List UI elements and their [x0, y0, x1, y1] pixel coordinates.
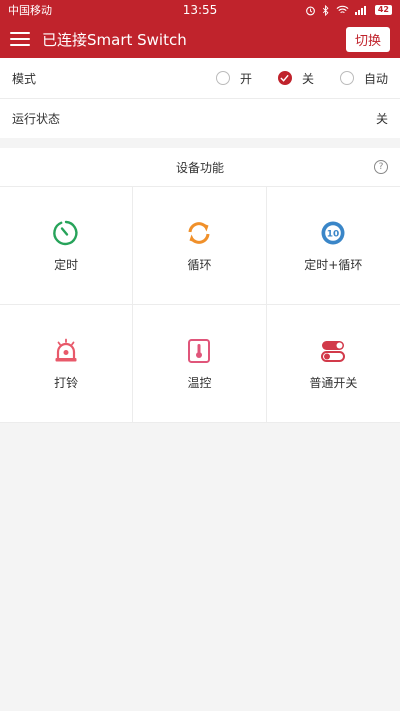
run-status-value: 关	[375, 112, 388, 126]
bell-icon	[55, 338, 77, 361]
app-bar: 已连接Smart Switch 切换	[0, 20, 400, 58]
run-status-row: 运行状态 关	[0, 98, 400, 138]
toggle-icon	[321, 340, 346, 362]
switch-button[interactable]: 切换	[345, 26, 390, 52]
bluetooth-icon	[322, 4, 329, 16]
mode-option-label: 关	[301, 71, 314, 86]
status-icons: 42	[305, 4, 392, 16]
status-bar: 中国移动 13:55 42	[0, 0, 400, 20]
run-status-label: 运行状态	[12, 112, 61, 126]
feature-label: 定时+循环	[304, 257, 363, 272]
timer-loop-icon: 10	[321, 221, 345, 244]
feature-label: 普通开关	[309, 375, 358, 390]
feature-grid: 定时 循环 10 定时+循环 打铃 温控 普通开关	[0, 187, 400, 423]
mode-label: 模式	[12, 71, 37, 86]
help-icon[interactable]: ?	[374, 160, 388, 174]
radio-unchecked-icon	[339, 71, 354, 85]
carrier-name: 中国移动	[8, 4, 52, 17]
feature-bell[interactable]: 打铃	[0, 305, 134, 423]
menu-icon[interactable]	[10, 32, 30, 46]
feature-timer-loop[interactable]: 10 定时+循环	[266, 187, 400, 305]
alarm-icon	[305, 6, 315, 15]
radio-unchecked-icon	[215, 71, 230, 85]
feature-label: 定时	[54, 257, 79, 272]
app-title: 已连接Smart Switch	[42, 30, 187, 49]
wifi-icon	[336, 5, 349, 14]
mode-option-label: 自动	[363, 71, 388, 86]
loop-icon	[188, 221, 210, 244]
feature-thermostat[interactable]: 温控	[133, 305, 267, 423]
features-header: 设备功能 ?	[0, 148, 400, 187]
timer-icon	[53, 220, 78, 245]
feature-label: 温控	[187, 375, 212, 390]
feature-loop[interactable]: 循环	[133, 187, 267, 305]
feature-toggle[interactable]: 普通开关	[266, 305, 400, 423]
feature-timer[interactable]: 定时	[0, 187, 134, 305]
mode-option-label: 开	[239, 71, 252, 86]
thermometer-icon	[188, 338, 211, 363]
features-title: 设备功能	[175, 160, 224, 175]
feature-label: 打铃	[54, 375, 79, 390]
svg-text:10: 10	[327, 229, 340, 239]
mode-option-auto[interactable]: 自动	[339, 70, 388, 87]
mode-radio-group: 开 关 自动	[190, 70, 388, 87]
mode-row: 模式 开 关 自动	[0, 58, 400, 98]
mode-option-off[interactable]: 关	[277, 70, 314, 87]
mode-option-on[interactable]: 开	[215, 70, 252, 87]
radio-checked-icon	[277, 71, 292, 85]
signal-icon	[354, 6, 366, 15]
battery-icon: 42	[374, 5, 392, 15]
feature-label: 循环	[187, 257, 212, 272]
